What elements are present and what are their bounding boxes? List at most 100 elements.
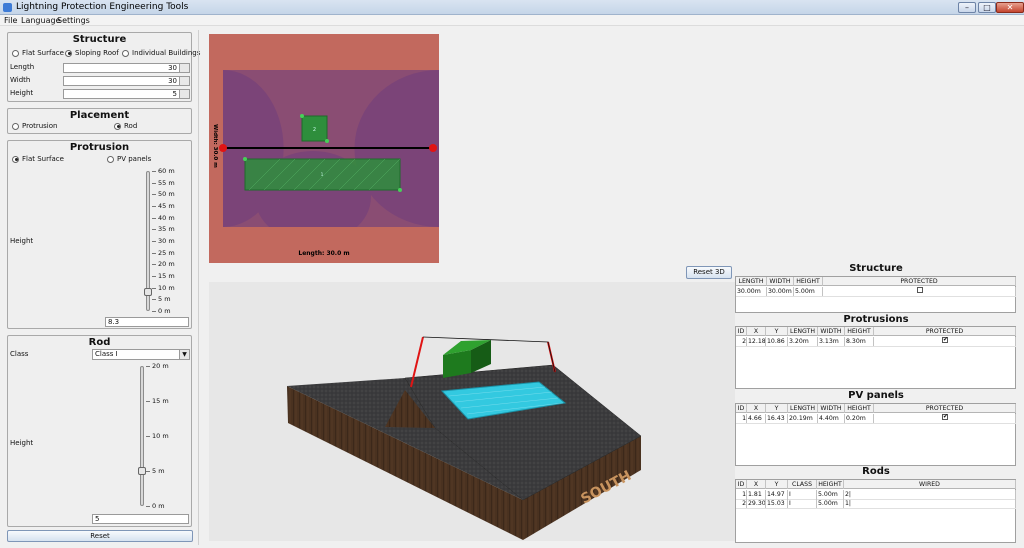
column-header[interactable]: Y xyxy=(766,480,788,489)
column-header[interactable]: X xyxy=(747,327,766,336)
column-header[interactable]: ID xyxy=(736,327,747,336)
column-header[interactable]: HEIGHT xyxy=(817,480,844,489)
radio-protrusion-flat-surface[interactable]: Flat Surface xyxy=(12,155,64,163)
protrusion-height-slider[interactable]: 60 m 55 m 50 m 45 m 40 m 35 m 30 m 25 m 20 m 15 m… xyxy=(136,167,186,315)
length-spinner[interactable]: 30 xyxy=(63,63,190,73)
pv-panels-table[interactable]: ID X Y LENGTH WIDTH HEIGHT PROTECTED 1 4… xyxy=(735,403,1016,466)
column-header[interactable]: X xyxy=(747,404,766,413)
building-3d-view[interactable]: SOUTH xyxy=(209,282,735,541)
protrusion-height-field[interactable]: 8.3 xyxy=(105,317,189,327)
column-header[interactable]: X xyxy=(747,480,766,489)
column-header[interactable]: LENGTH xyxy=(736,277,767,286)
table-cell: 5.00m xyxy=(817,490,844,499)
table-cell: 4.40m xyxy=(818,414,845,423)
app-icon xyxy=(3,3,12,12)
spinner-arrows-icon[interactable] xyxy=(179,64,189,72)
protected-checkbox[interactable] xyxy=(916,287,923,293)
column-header[interactable]: Y xyxy=(766,404,788,413)
column-header[interactable]: HEIGHT xyxy=(845,404,874,413)
rods-table[interactable]: ID X Y CLASS HEIGHT WIRED 1 1.81 14.97 I… xyxy=(735,479,1016,543)
radio-sloping-roof[interactable]: Sloping Roof xyxy=(65,49,119,57)
spinner-arrows-icon[interactable] xyxy=(179,90,189,98)
column-header[interactable]: CLASS xyxy=(788,480,817,489)
column-header[interactable]: PROTECTED xyxy=(823,277,1016,286)
column-header[interactable]: ID xyxy=(736,480,747,489)
column-header[interactable]: WIDTH xyxy=(818,327,845,336)
protected-checkbox[interactable] xyxy=(942,414,948,421)
column-header[interactable]: LENGTH xyxy=(788,404,818,413)
table-row[interactable]: 1 4.66 16.43 20.19m 4.40m 0.20m xyxy=(736,414,1016,424)
protrusion-height-tick-label: 60 m xyxy=(152,167,175,175)
rods-table-title: Rods xyxy=(862,466,890,477)
table-row[interactable]: 2 12.18 10.86 3.20m 3.13m 8.30m xyxy=(736,337,1016,347)
menu-file[interactable]: File xyxy=(4,16,17,25)
height-spinner[interactable]: 5 xyxy=(63,89,190,99)
rod-height-label: Height xyxy=(10,439,34,447)
pv-panel-handle[interactable] xyxy=(398,188,402,192)
protrusion-handle[interactable] xyxy=(325,139,329,143)
radio-label: PV panels xyxy=(117,155,152,163)
width-spinner[interactable]: 30 xyxy=(63,76,190,86)
close-button[interactable]: ✕ xyxy=(996,2,1024,13)
pv-panel-handle[interactable] xyxy=(243,157,247,161)
radio-pv-panels[interactable]: PV panels xyxy=(107,155,151,163)
table-header: ID X Y CLASS HEIGHT WIRED xyxy=(736,480,1016,489)
column-header[interactable]: ID xyxy=(736,404,747,413)
reset-button[interactable]: Reset xyxy=(7,530,193,542)
rod-height-field[interactable]: 5 xyxy=(92,514,189,524)
radio-indicator xyxy=(12,155,19,163)
radio-individual-buildings[interactable]: Individual Buildings xyxy=(122,49,200,57)
protected-checkbox[interactable] xyxy=(942,337,948,344)
protrusion-height-tick-label: 45 m xyxy=(152,202,175,210)
rod-height-slider[interactable]: 20 m 15 m 10 m 5 m 0 m xyxy=(130,362,180,510)
protrusion-height-slider-thumb[interactable] xyxy=(144,287,152,296)
structure-table[interactable]: LENGTH WIDTH HEIGHT PROTECTED 30.00m 30.… xyxy=(735,276,1016,313)
column-header[interactable]: PROTECTED xyxy=(874,404,1016,413)
rods-table-panel: Rods ID X Y CLASS HEIGHT WIRED 1 1.81 14… xyxy=(735,466,1017,543)
rod-marker[interactable] xyxy=(219,144,227,152)
column-header[interactable]: HEIGHT xyxy=(845,327,874,336)
column-header[interactable]: LENGTH xyxy=(788,327,818,336)
structure-panel-title: Structure xyxy=(72,34,127,45)
table-row[interactable]: 2 29.30 15.03 I 5.00m 1| xyxy=(736,499,1016,509)
rod-height-tick-label: 10 m xyxy=(146,432,169,440)
rod-height-tick-label: 0 m xyxy=(146,502,165,510)
spinner-arrows-icon[interactable] xyxy=(179,77,189,85)
rod-height-tick-label: 15 m xyxy=(146,397,169,405)
radio-protrusion[interactable]: Protrusion xyxy=(12,122,57,130)
menu-settings[interactable]: Settings xyxy=(57,16,90,25)
column-header[interactable]: WIDTH xyxy=(818,404,845,413)
chevron-down-icon[interactable]: ▼ xyxy=(179,350,189,359)
table-cell: 15.03 xyxy=(766,499,788,508)
maximize-button[interactable]: □ xyxy=(978,2,996,13)
table-row[interactable]: 30.00m 30.00m 5.00m xyxy=(736,287,1016,297)
plan-view-2d[interactable]: 2 1 Width: 30.0 m Length: 30.0 m xyxy=(209,34,439,263)
table-cell: 0.20m xyxy=(845,414,874,423)
reset-3d-button[interactable]: Reset 3D xyxy=(686,266,732,279)
protrusion-height-tick-label: 15 m xyxy=(152,272,175,280)
table-cell: 30.00m xyxy=(767,287,794,296)
class-select[interactable]: Class I ▼ xyxy=(92,349,190,360)
column-header[interactable]: HEIGHT xyxy=(794,277,823,286)
column-header[interactable]: PROTECTED xyxy=(874,327,1016,336)
protrusion-height-tick-label: 40 m xyxy=(152,213,175,222)
radio-rod[interactable]: Rod xyxy=(114,122,137,130)
minimize-button[interactable]: – xyxy=(958,2,976,13)
radio-label: Sloping Roof xyxy=(75,49,119,57)
rod-height-slider-thumb[interactable] xyxy=(138,467,146,475)
protrusion-height-tick-label: 35 m xyxy=(152,225,175,234)
protrusion-height-tick-label: 0 m xyxy=(152,307,171,315)
protrusions-table[interactable]: ID X Y LENGTH WIDTH HEIGHT PROTECTED 2 1… xyxy=(735,326,1016,389)
menu-language[interactable]: Language xyxy=(21,16,60,25)
radio-flat-surface[interactable]: Flat Surface xyxy=(12,49,64,57)
table-cell: 1 xyxy=(736,490,747,499)
column-header[interactable]: Y xyxy=(766,327,788,336)
column-header[interactable]: WIDTH xyxy=(767,277,794,286)
protrusion-handle[interactable] xyxy=(300,114,304,118)
window-title: Lightning Protection Engineering Tools xyxy=(16,2,189,12)
rod-panel-title: Rod xyxy=(88,337,111,348)
pv-panels-table-title: PV panels xyxy=(848,390,904,401)
rod-height-slider-track[interactable] xyxy=(140,366,144,506)
column-header[interactable]: WIRED xyxy=(844,480,1016,489)
rod-marker[interactable] xyxy=(429,144,437,152)
